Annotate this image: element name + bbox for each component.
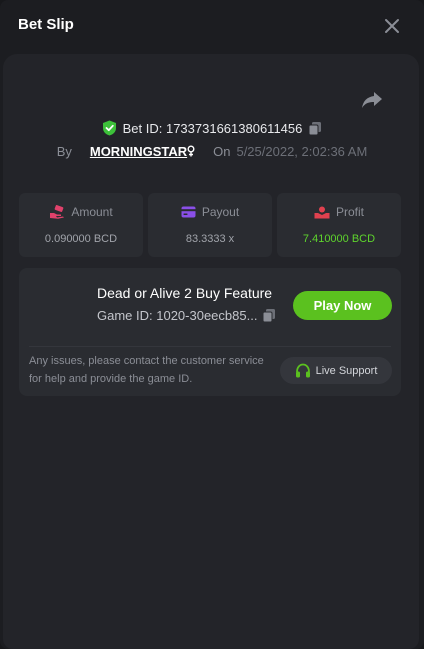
game-box: Dead or Alive 2 Buy Feature Game ID: 102…: [19, 268, 401, 396]
share-icon: [362, 92, 382, 108]
bet-slip-modal: Bet Slip Bet ID: 1733731661380611456 By …: [0, 0, 424, 649]
gender-icon: [187, 145, 195, 157]
hand-money-icon: [50, 205, 65, 219]
profit-header: Profit: [277, 205, 401, 219]
amount-stat: Amount 0.090000 BCD: [19, 193, 143, 257]
profit-value: 7.410000 BCD: [302, 233, 376, 245]
live-support-button[interactable]: Live Support: [280, 357, 392, 384]
payout-stat: Payout 83.3333 x: [148, 193, 272, 257]
bet-id-row: Bet ID: 1733731661380611456: [0, 118, 424, 138]
close-icon: [385, 19, 399, 33]
bet-meta-row: By MORNINGSTAR On 5/25/2022, 2:02:36 AM: [0, 142, 424, 160]
live-support-label: Live Support: [315, 364, 378, 377]
amount-value: 0.090000 BCD: [44, 233, 118, 245]
play-now-button[interactable]: Play Now: [293, 291, 392, 320]
modal-header: Bet Slip: [0, 0, 424, 52]
wallet-icon: [181, 206, 196, 218]
game-title: Dead or Alive 2 Buy Feature: [97, 285, 273, 301]
user-name-link[interactable]: MORNINGSTAR: [90, 144, 187, 159]
bet-id: Bet ID: 1733731661380611456: [122, 120, 303, 136]
profit-stat: Profit 7.410000 BCD: [277, 193, 401, 257]
shield-check-icon: [102, 120, 116, 136]
payout-value: 83.3333 x: [185, 233, 235, 245]
modal-title: Bet Slip: [18, 16, 74, 33]
amount-header: Amount: [19, 205, 143, 219]
bet-date: 5/25/2022, 2:02:36 AM: [236, 143, 368, 159]
profit-label: Profit: [335, 205, 364, 219]
by-label: By: [56, 143, 72, 159]
amount-label: Amount: [71, 205, 113, 219]
game-id-row: Game ID: 1020-30eecb85...: [97, 308, 276, 323]
payout-header: Payout: [148, 205, 272, 219]
copy-icon[interactable]: [262, 308, 276, 323]
close-button[interactable]: [382, 16, 402, 36]
on-label: On: [213, 143, 231, 159]
divider: [29, 346, 391, 347]
copy-icon[interactable]: [308, 121, 322, 136]
support-note: Any issues, please contact the customer …: [29, 355, 264, 385]
hands-profit-icon: [314, 206, 330, 218]
game-id: Game ID: 1020-30eecb85...: [97, 308, 258, 323]
bet-stats: Amount 0.090000 BCD Payout 83.3333 x Pro…: [19, 193, 401, 257]
headset-icon: [295, 363, 310, 377]
payout-label: Payout: [201, 205, 240, 219]
share-button[interactable]: [361, 90, 383, 110]
